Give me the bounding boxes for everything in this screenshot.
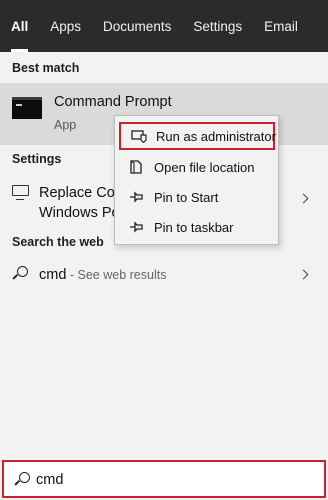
pin-icon (130, 221, 143, 233)
web-section-header: Search the web (12, 235, 104, 249)
search-input[interactable] (36, 469, 316, 491)
tab-documents[interactable]: Documents (92, 0, 182, 52)
search-icon (12, 266, 28, 282)
tab-apps[interactable]: Apps (39, 0, 92, 52)
web-results-hint: - See web results (66, 268, 167, 282)
menu-item-pin-to-taskbar[interactable]: Pin to taskbar (119, 213, 275, 241)
settings-section-header: Settings (12, 152, 62, 166)
menu-item-open-file-location[interactable]: Open file location (119, 153, 275, 181)
search-filter-tabs: All Apps Documents Settings Email (0, 0, 328, 52)
pin-icon (130, 191, 143, 203)
file-location-icon (130, 160, 142, 174)
best-match-title: Command Prompt (54, 94, 172, 110)
menu-item-label: Open file location (154, 159, 255, 175)
context-menu: Run as administrator Open file location … (114, 115, 279, 245)
menu-item-pin-to-start[interactable]: Pin to Start (119, 183, 275, 211)
web-search-result[interactable]: cmd - See web results (0, 258, 328, 292)
command-prompt-icon (12, 97, 42, 119)
settings-result-line1: Replace Command Prompt with (39, 185, 119, 201)
menu-item-label: Run as administrator (156, 128, 276, 144)
best-match-header: Best match (12, 61, 80, 75)
web-query-text: cmd - See web results (39, 267, 166, 283)
shield-admin-icon (131, 130, 147, 143)
settings-result-text: Replace Command Prompt with Windows Powe… (39, 183, 119, 223)
web-query: cmd (39, 267, 67, 283)
chevron-right-icon[interactable] (298, 193, 309, 204)
settings-result-line2: Windows PowerShell (39, 205, 119, 221)
display-settings-icon (12, 185, 29, 200)
menu-item-label: Pin to taskbar (154, 219, 234, 235)
tab-all[interactable]: All (0, 0, 39, 52)
best-match-subtitle: App (54, 118, 77, 132)
menu-item-run-as-administrator[interactable]: Run as administrator (119, 122, 276, 150)
tab-settings[interactable]: Settings (182, 0, 253, 52)
search-icon (14, 472, 30, 488)
menu-item-label: Pin to Start (154, 189, 219, 205)
search-box[interactable] (2, 460, 326, 498)
tab-email[interactable]: Email (253, 0, 309, 52)
chevron-right-icon[interactable] (298, 269, 309, 280)
